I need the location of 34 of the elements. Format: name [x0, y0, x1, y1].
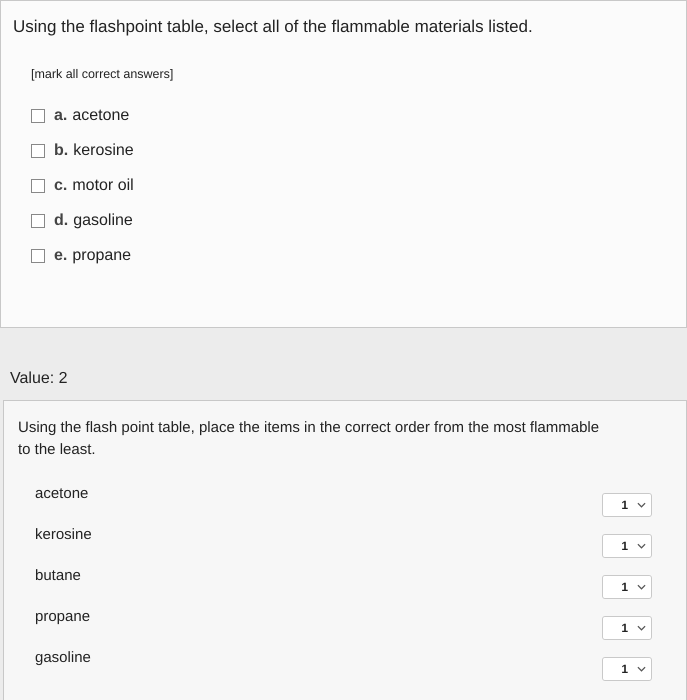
item-label: butane [35, 567, 81, 586]
option-letter: d. [54, 212, 68, 230]
rank-dropdown[interactable]: 1 [602, 575, 652, 599]
item-label: kerosine [35, 526, 92, 545]
rank-dropdown[interactable]: 1 [602, 534, 652, 558]
option-letter: a. [54, 107, 68, 125]
chevron-down-icon [637, 666, 646, 672]
checkbox[interactable] [31, 179, 45, 193]
rank-dropdown[interactable]: 1 [602, 493, 652, 517]
checkbox[interactable] [31, 109, 45, 123]
chevron-down-icon [637, 543, 646, 549]
option-label: gasoline [73, 212, 133, 230]
checkbox[interactable] [31, 214, 45, 228]
option-letter: e. [54, 247, 68, 265]
value-label: Value: 2 [9, 369, 69, 389]
item-label: propane [35, 608, 90, 627]
checkbox[interactable] [31, 249, 45, 263]
chevron-down-icon [637, 625, 646, 631]
chevron-down-icon [637, 502, 646, 508]
option-label: propane [72, 247, 132, 265]
item-label: gasoline [35, 649, 91, 668]
chevron-down-icon [637, 584, 646, 590]
rank-dropdown[interactable]: 1 [602, 657, 652, 681]
question-text: Using the flash point table, place the items in the correct order from the most flammable to the least. [18, 418, 600, 460]
option-label: acetone [72, 107, 130, 125]
option-letter: c. [54, 177, 68, 195]
option-label: motor oil [72, 177, 134, 195]
option-label: kerosine [73, 142, 134, 160]
instruction-text: [mark all correct answers] [31, 67, 174, 81]
item-label: acetone [35, 485, 88, 504]
option-letter: b. [54, 142, 68, 160]
question-text: Using the flashpoint table, select all of the flammable materials listed. [13, 17, 534, 37]
checkbox[interactable] [31, 144, 45, 158]
rank-dropdown[interactable]: 1 [602, 616, 652, 640]
